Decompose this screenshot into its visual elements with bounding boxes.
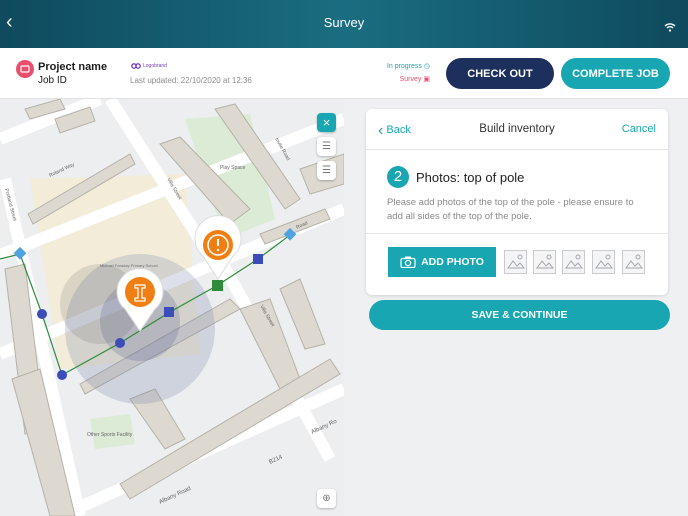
- photo-placeholder-icon[interactable]: [504, 250, 527, 274]
- chamber-node[interactable]: [164, 307, 174, 317]
- map-label-play: Play Space: [220, 165, 246, 171]
- camera-icon: [400, 256, 416, 268]
- divider: [366, 233, 668, 234]
- pole-node[interactable]: [37, 309, 47, 319]
- complete-job-button[interactable]: COMPLETE JOB: [561, 58, 670, 89]
- brand-logo: Logobrand: [131, 63, 167, 69]
- selected-node[interactable]: [212, 280, 223, 291]
- photo-placeholder-icon[interactable]: [533, 250, 556, 274]
- screen-title: Survey: [323, 15, 365, 30]
- briefcase-icon: [16, 60, 34, 78]
- step-description: Please add photos of the top of the pole…: [387, 197, 634, 222]
- status-badge: In progress ◷: [386, 63, 430, 70]
- briefcase-icon: ▣: [423, 76, 430, 83]
- pole-node[interactable]: [57, 370, 67, 380]
- job-type: Survey ▣: [399, 76, 430, 83]
- photo-placeholder-icon[interactable]: [622, 250, 645, 274]
- job-id: Job ID: [38, 75, 67, 86]
- clock-icon: ◷: [423, 63, 430, 70]
- layers-icon[interactable]: ☰: [317, 161, 336, 180]
- check-out-button[interactable]: CHECK OUT: [446, 58, 554, 89]
- top-bar: ‹ Survey: [0, 0, 688, 48]
- project-name: Project name: [38, 61, 108, 73]
- wifi-icon: [664, 23, 676, 32]
- cancel-button[interactable]: Cancel: [622, 123, 656, 135]
- job-header: Project name Job ID Logobrand Last updat…: [0, 48, 688, 99]
- photo-placeholder-icon[interactable]: [592, 250, 615, 274]
- pole-node[interactable]: [115, 338, 125, 348]
- build-inventory-card: ‹ Back Build inventory Cancel 2 Photos: …: [366, 109, 668, 295]
- step-number: 2: [387, 166, 409, 188]
- close-map-button[interactable]: ×: [317, 113, 336, 132]
- pole-icon: [125, 277, 155, 307]
- save-continue-button[interactable]: SAVE & CONTINUE: [369, 300, 670, 330]
- add-photo-button[interactable]: ADD PHOTO: [388, 247, 496, 277]
- map-label-sports: Other Sports Facility: [87, 432, 133, 438]
- map-label-albany1: Albany Road: [158, 486, 192, 506]
- card-header: ‹ Back Build inventory Cancel: [366, 109, 668, 150]
- map-label-b214: B214: [268, 454, 284, 466]
- list-icon[interactable]: ☰: [317, 137, 336, 156]
- step-title: Photos: top of pole: [416, 170, 525, 185]
- map-view[interactable]: Roland Way Portland Street Villa Street …: [0, 99, 344, 516]
- inventory-panel: ‹ Back Build inventory Cancel 2 Photos: …: [344, 99, 688, 516]
- chamber-node[interactable]: [253, 254, 263, 264]
- map-label-roland: Roland Way: [48, 162, 76, 179]
- locate-icon[interactable]: ⊕: [317, 489, 336, 508]
- last-updated: Last updated: 22/10/2020 at 12:36: [130, 76, 252, 85]
- photo-placeholder-icon[interactable]: [562, 250, 585, 274]
